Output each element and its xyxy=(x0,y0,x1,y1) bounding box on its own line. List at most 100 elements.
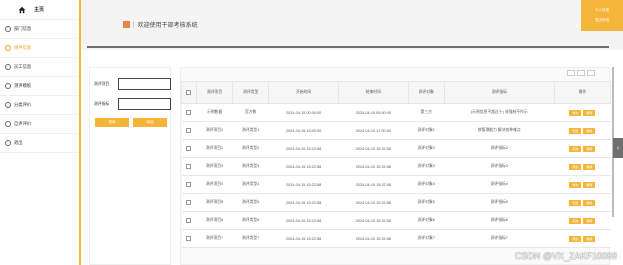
export-icon[interactable] xyxy=(577,70,585,76)
table-cell: 测评类型1 xyxy=(232,121,269,140)
table-cell: 测评对象6 xyxy=(408,211,445,230)
sidebar-item-icon xyxy=(5,102,11,108)
table-row: 测评项目5 测评类型5 2024-04-15 15:22:58 2024-04-15 … xyxy=(181,193,611,212)
sidebar-item[interactable]: 领导信息 xyxy=(0,39,79,58)
sidebar-item-label: 退出 xyxy=(14,140,23,145)
table-cell: 测评项目2 xyxy=(196,139,233,158)
table-cell: 测评指标6 xyxy=(444,211,555,230)
delete-button[interactable]: 删除 xyxy=(583,181,596,188)
row-checkbox[interactable] xyxy=(186,181,192,187)
sidebar-item-icon xyxy=(5,26,11,32)
table-cell: 测评指标7 xyxy=(444,229,555,248)
table-cell: 测评项目3 xyxy=(196,157,233,176)
edit-button[interactable]: 修改 xyxy=(569,181,582,188)
edit-button[interactable]: 修改 xyxy=(569,127,582,134)
edit-button[interactable]: 修改 xyxy=(569,217,582,224)
table-cell: 测评项目6 xyxy=(196,211,233,230)
column-header: 结束时间 xyxy=(337,81,409,104)
table-cell: 2024-04-15 00:00:00 xyxy=(338,103,409,122)
search-indicator-input[interactable] xyxy=(118,98,171,110)
column-header: 测评对象 xyxy=(407,81,445,104)
table-cell: 测评项目4 xyxy=(196,175,233,194)
table-cell: 2024-04-15 15:22:58 xyxy=(338,193,409,212)
page-title-text: 欢迎使用干部考核系统 xyxy=(137,23,198,29)
actions-cell: 修改 删除 xyxy=(554,121,611,140)
search-project-input[interactable] xyxy=(118,78,171,90)
sidebar-item[interactable]: 测评模板 xyxy=(0,77,79,96)
sidebar-home[interactable]: 主页 xyxy=(0,0,79,20)
sidebar-item-label: 领导信息 xyxy=(14,45,32,50)
search-row-indicator: 测评指标 xyxy=(94,98,171,110)
columns-icon[interactable] xyxy=(567,70,575,76)
table-cell: 测评对象1 xyxy=(408,121,445,140)
page-title: | 欢迎使用干部考核系统 xyxy=(123,20,198,29)
actions-cell: 修改 删除 xyxy=(554,103,611,122)
delete-button[interactable]: 删除 xyxy=(583,109,596,116)
row-checkbox[interactable] xyxy=(186,199,192,205)
delete-button[interactable]: 删除 xyxy=(583,235,596,242)
row-checkbox-cell xyxy=(181,121,197,140)
table-cell: 2024-04-15 15:22:58 xyxy=(268,157,339,176)
sidebar-item-icon xyxy=(5,121,11,127)
sidebar-home-label: 主页 xyxy=(34,7,45,13)
delete-button[interactable]: 删除 xyxy=(583,163,596,170)
sidebar-item-icon xyxy=(5,64,11,70)
table-row: 测评项目2 测评类型2 2024-04-15 15:22:58 2024-04-15 … xyxy=(181,139,611,158)
row-checkbox[interactable] xyxy=(186,217,192,223)
table-cell: 测评对象3 xyxy=(408,157,445,176)
select-all-checkbox[interactable] xyxy=(186,89,192,95)
row-checkbox-cell xyxy=(181,229,197,248)
profile-link[interactable]: 个人信息 xyxy=(595,8,609,13)
column-header: 操作 xyxy=(553,81,612,104)
delete-button[interactable]: 删除 xyxy=(583,199,596,206)
sidebar-item[interactable]: 分类评价 xyxy=(0,96,79,115)
edit-button[interactable]: 修改 xyxy=(569,199,582,206)
search-button[interactable]: 搜索 xyxy=(95,118,129,127)
menu-icon xyxy=(123,21,130,28)
table-cell: 测评类型6 xyxy=(232,211,269,230)
table-toolbar xyxy=(567,70,595,76)
row-checkbox[interactable] xyxy=(186,127,192,133)
edit-button[interactable]: 修改 xyxy=(569,163,582,170)
table-cell: 2024-04-15 15:22:58 xyxy=(268,229,339,248)
collapse-handle-icon[interactable]: ‹ xyxy=(613,138,623,158)
table-cell: 测评类型2 xyxy=(232,139,269,158)
table-cell: 2024-04-15 15:22:58 xyxy=(268,139,339,158)
table-cell: 测评指标2 xyxy=(444,139,555,158)
print-icon[interactable] xyxy=(587,70,595,76)
sidebar-item[interactable]: 员工信息 xyxy=(0,58,79,77)
row-checkbox[interactable] xyxy=(186,235,192,241)
delete-button[interactable]: 删除 xyxy=(583,217,596,224)
table-cell: 2024-04-15 15:22:58 xyxy=(338,211,409,230)
search-panel: 测评项目 测评指标 搜索 添加 xyxy=(89,67,171,265)
delete-button[interactable]: 删除 xyxy=(583,145,596,152)
logout-link[interactable]: 退出系统 xyxy=(595,18,609,23)
row-checkbox-cell xyxy=(181,175,197,194)
app-window: 主页 部门信息领导信息员工信息测评模板 分类评价 自评评价退出 | 欢迎使用干部考核… xyxy=(0,0,623,265)
table-cell: 2024-04-15 15:00:00 xyxy=(268,121,339,140)
search-indicator-label: 测评指标 xyxy=(94,101,110,106)
table-cell: 测评类型5 xyxy=(232,193,269,212)
delete-button[interactable]: 删除 xyxy=(583,127,596,134)
table-cell: 按管理能力 解决各种难点 xyxy=(444,121,555,140)
table-cell: 2024-04-15 15:22:58 xyxy=(268,193,339,212)
sidebar-item[interactable]: 自评评价 xyxy=(0,115,79,134)
row-checkbox-cell xyxy=(181,193,197,212)
row-checkbox[interactable] xyxy=(186,145,192,151)
edit-button[interactable]: 修改 xyxy=(569,235,582,242)
row-checkbox[interactable] xyxy=(186,163,192,169)
sidebar-item-label: 员工信息 xyxy=(14,64,32,69)
add-button[interactable]: 添加 xyxy=(133,118,167,127)
actions-cell: 修改 删除 xyxy=(554,157,611,176)
column-header: 开始时间 xyxy=(268,81,339,104)
sidebar-item[interactable]: 部门信息 xyxy=(0,20,79,39)
select-all-cell xyxy=(181,81,197,104)
table-cell: 测评对象5 xyxy=(408,193,445,212)
title-separator: | xyxy=(133,21,135,28)
row-checkbox[interactable] xyxy=(186,109,192,115)
sidebar-item[interactable]: 退出 xyxy=(0,134,79,153)
table-row: 测评项目3 测评类型3 2024-04-15 15:22:58 2024-04-15 … xyxy=(181,157,611,176)
table-row: 示例数据 官方数 2024-04-15 00:00:00 2024-04-15 00:… xyxy=(181,103,611,122)
edit-button[interactable]: 修改 xyxy=(569,109,582,116)
edit-button[interactable]: 修改 xyxy=(569,145,582,152)
